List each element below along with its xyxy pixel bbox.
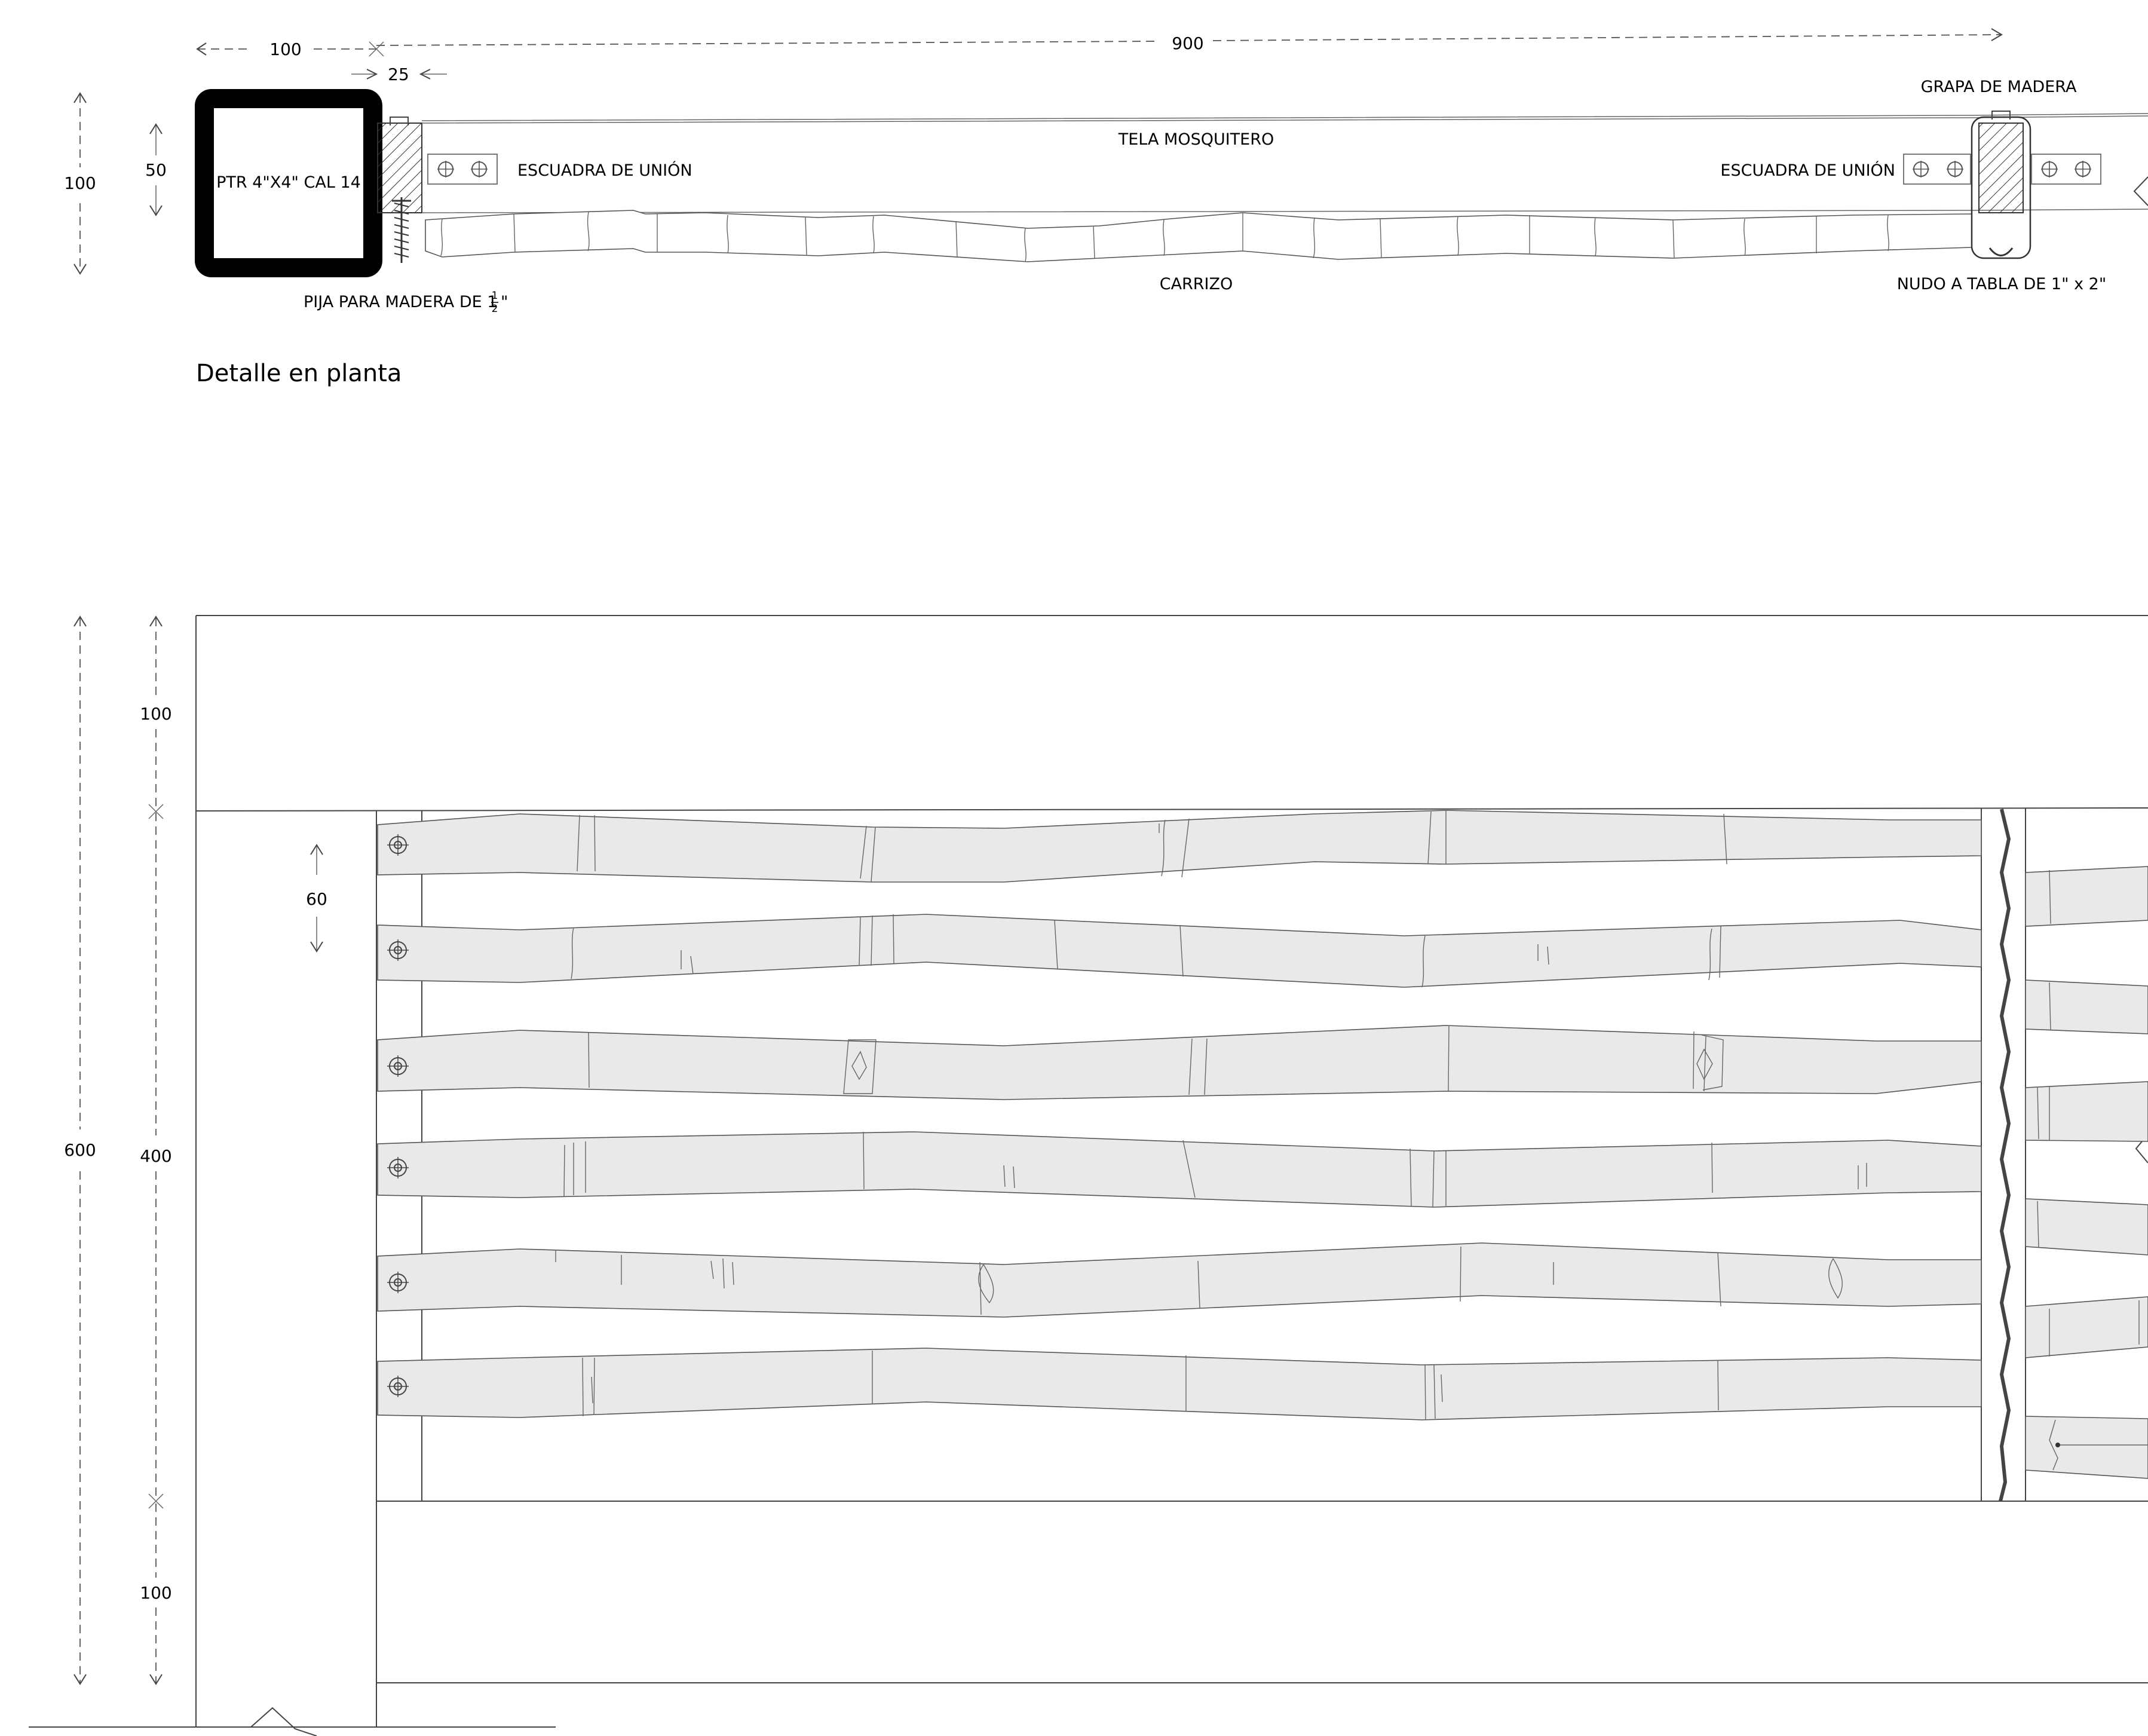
dim-top-band: 100 xyxy=(140,704,171,724)
right-side-reeds xyxy=(2025,866,2148,1479)
escuadra-label-right: ESCUADRA DE UNIÓN xyxy=(1720,161,1895,180)
pija-label: PIJA PARA MADERA DE 1 1 2 " xyxy=(304,290,508,315)
bolt-icon xyxy=(1947,161,1963,177)
dim-total-height: 600 xyxy=(64,1140,96,1160)
carrizo-reed xyxy=(377,914,1982,988)
pija-label-text: PIJA PARA MADERA DE 1 xyxy=(304,293,497,311)
bolt-icon xyxy=(2041,161,2058,177)
plan-detail: 100 900 25 100 50 PTR 4"X4" CAL 14 ESCUA… xyxy=(64,28,2148,387)
dim-post-depth: 50 xyxy=(145,160,167,180)
bolt-icon xyxy=(1913,161,1929,177)
carrizo-label: CARRIZO xyxy=(1160,275,1233,293)
dim-post-width: 100 xyxy=(269,39,301,59)
grapa-label: GRAPA DE MADERA xyxy=(1921,78,2077,96)
dim-overall-length: 900 xyxy=(1172,33,1203,53)
carrizo-reed xyxy=(377,1131,1982,1208)
bolt-icon xyxy=(437,161,454,177)
carrizo-reed xyxy=(377,1025,1982,1100)
tela-label: TELA MOSQUITERO xyxy=(1118,130,1274,149)
pija-fraction-numerator: 1 xyxy=(492,290,498,302)
ptr-steel-post: PTR 4"X4" CAL 14 xyxy=(195,89,382,277)
pija-label-suffix: " xyxy=(501,293,508,311)
plan-detail-title: Detalle en planta xyxy=(196,360,402,387)
carrizo-reed xyxy=(377,810,1982,883)
dim-reed-spacing: 60 xyxy=(306,889,327,909)
construction-drawing: 100 900 25 100 50 PTR 4"X4" CAL 14 ESCUA… xyxy=(29,28,2148,1736)
elevation-view: 600 100 400 100 60 xyxy=(29,615,2148,1736)
left-union-bracket xyxy=(427,154,498,185)
carrizo-reed xyxy=(377,1242,1982,1318)
dim-middle-band: 400 xyxy=(140,1146,171,1166)
pija-fraction-denominator: 2 xyxy=(492,303,498,315)
ptr-label: PTR 4"X4" CAL 14 xyxy=(216,173,361,192)
left-wood-board xyxy=(377,117,422,213)
bolt-icon xyxy=(2075,161,2091,177)
knot-tie-line xyxy=(1999,809,2011,1502)
carrizo-reed xyxy=(377,1348,1982,1420)
carrizo-plan-reed xyxy=(425,210,1972,262)
right-union-bracket xyxy=(1903,154,2148,206)
dim-bottom-band: 100 xyxy=(140,1583,171,1603)
right-wood-board xyxy=(1971,111,2031,259)
bolt-icon xyxy=(471,161,488,177)
nudo-label: NUDO A TABLA DE 1" x 2" xyxy=(1897,275,2107,293)
escuadra-label-left: ESCUADRA DE UNIÓN xyxy=(517,161,692,180)
dim-board-width: 25 xyxy=(388,65,409,84)
dim-total-depth: 100 xyxy=(64,173,96,193)
